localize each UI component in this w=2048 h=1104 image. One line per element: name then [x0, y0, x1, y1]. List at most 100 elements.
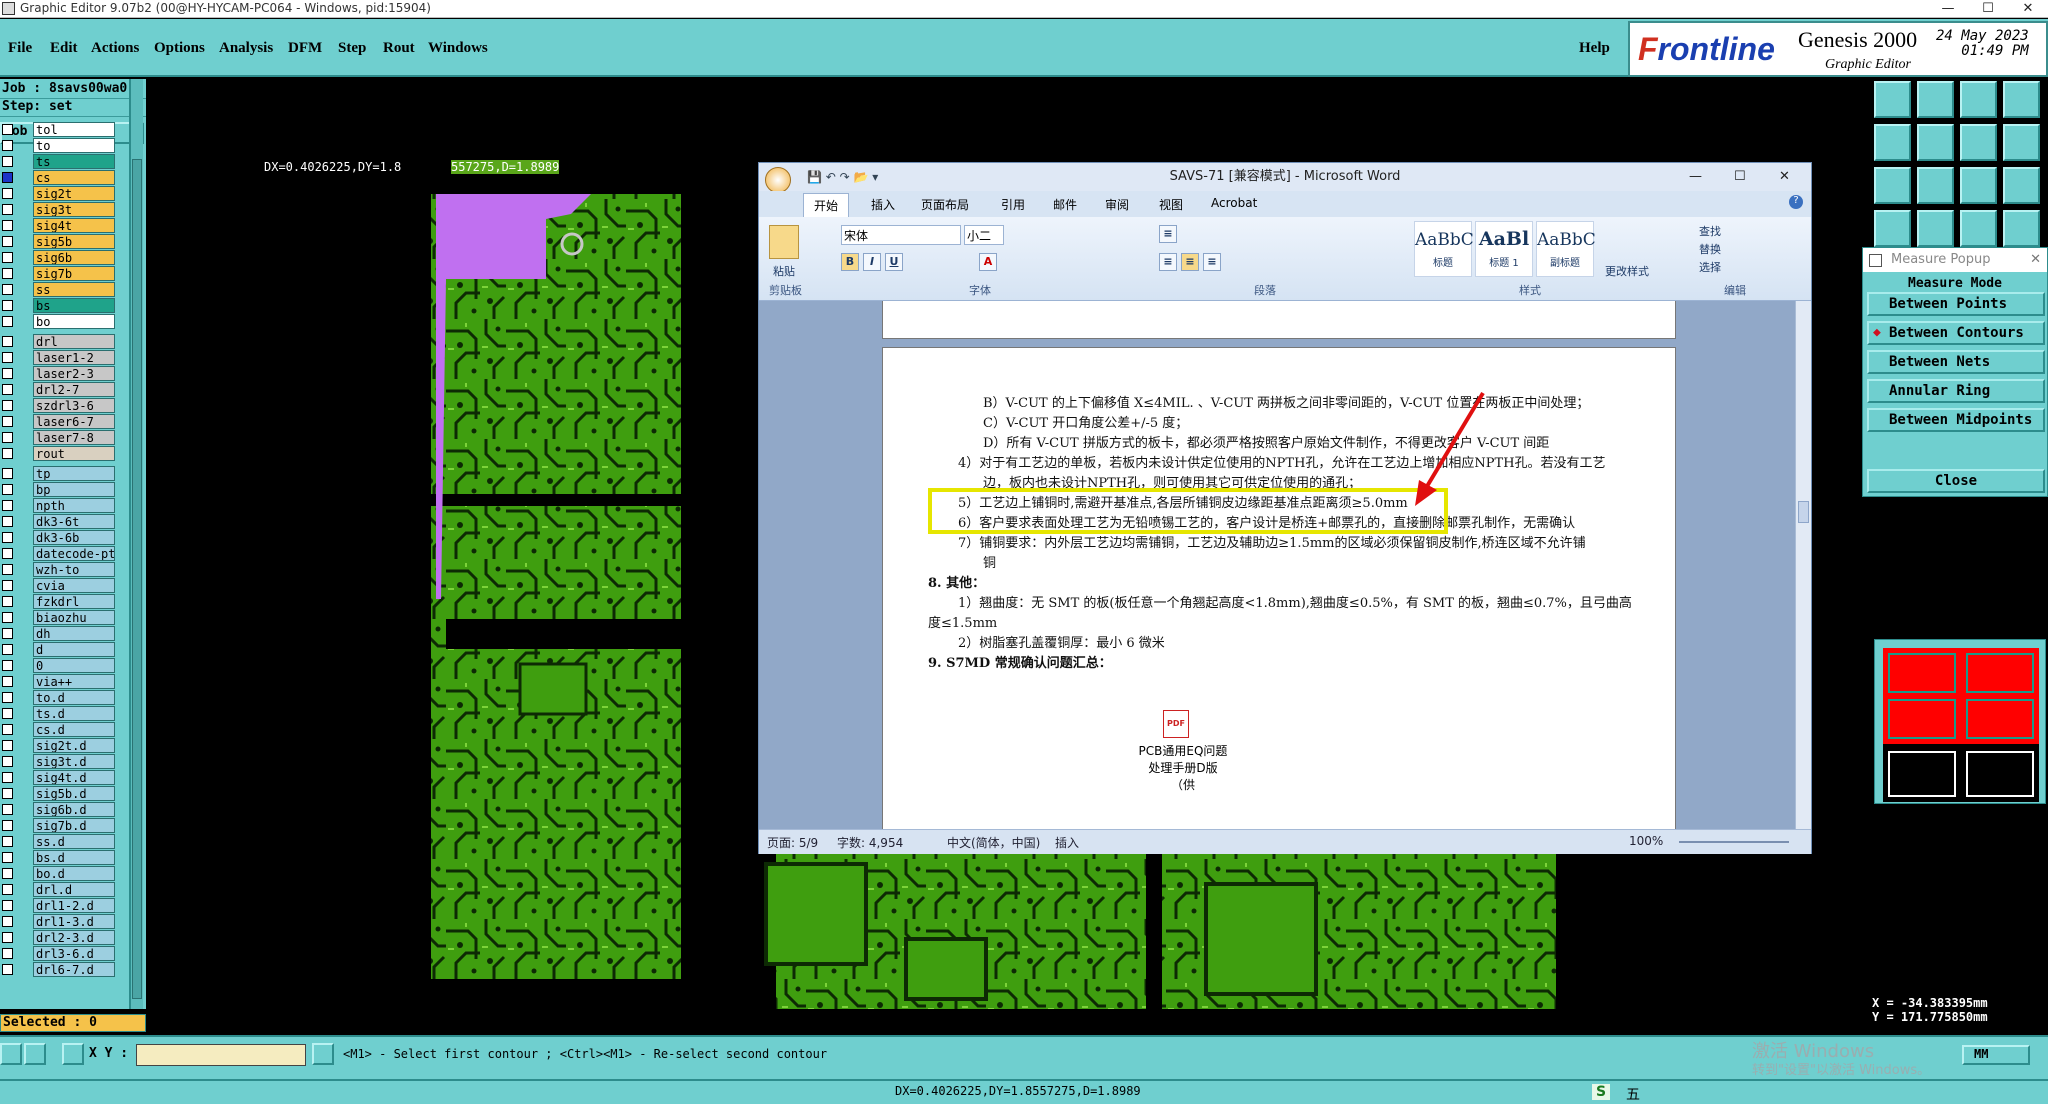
italic-icon[interactable]: I: [863, 253, 881, 271]
layer-checkbox[interactable]: [2, 516, 13, 527]
find-button[interactable]: 查找: [1699, 223, 1721, 239]
layer-row[interactable]: d: [0, 642, 118, 657]
layer-name[interactable]: drl2-7: [33, 382, 115, 397]
status-language[interactable]: 中文(简体，中国): [947, 834, 1040, 851]
layer-row[interactable]: sig6b.d: [0, 802, 118, 817]
underline-icon[interactable]: U: [885, 253, 903, 271]
ime-mode[interactable]: 五: [1626, 1084, 1640, 1104]
layer-row[interactable]: bo.d: [0, 866, 118, 881]
font-name-field[interactable]: [841, 225, 961, 245]
status-words[interactable]: 字数: 4,954: [837, 834, 903, 851]
layer-name[interactable]: sig4t: [33, 218, 115, 233]
layer-row[interactable]: sig3t: [0, 202, 118, 217]
between-midpoints-button[interactable]: Between Midpoints: [1867, 408, 2045, 432]
layer-checkbox[interactable]: [2, 884, 13, 895]
layer-checkbox[interactable]: [2, 352, 13, 363]
layer-checkbox[interactable]: [2, 124, 13, 135]
layer-name[interactable]: 0: [33, 658, 115, 673]
layer-checkbox[interactable]: [2, 916, 13, 927]
layer-row[interactable]: 0: [0, 658, 118, 673]
menu-file[interactable]: File: [8, 40, 32, 57]
document-area[interactable]: B）V-CUT 的上下偏移值 X≤4MIL. 、V-CUT 两拼板之间非零间距的…: [759, 301, 1795, 829]
layer-checkbox[interactable]: [2, 756, 13, 767]
layer-name[interactable]: via++: [33, 674, 115, 689]
between-contours-button[interactable]: ◆ Between Contours: [1867, 321, 2045, 345]
word-minimize-button[interactable]: —: [1689, 163, 1702, 191]
layer-row[interactable]: ts.d: [0, 706, 118, 721]
layer-row[interactable]: ss: [0, 282, 118, 297]
align-center-icon[interactable]: ≡: [1181, 253, 1199, 271]
font-color-icon[interactable]: A: [979, 253, 997, 271]
layer-checkbox[interactable]: [2, 156, 13, 167]
layer-checkbox[interactable]: [2, 236, 13, 247]
menu-options[interactable]: Options: [154, 40, 205, 57]
layer-name[interactable]: sig7b.d: [33, 818, 115, 833]
tab-home[interactable]: 开始: [803, 193, 850, 217]
layer-checkbox[interactable]: [2, 204, 13, 215]
popup-close-icon[interactable]: ✕: [2030, 248, 2041, 272]
layer-row[interactable]: ss.d: [0, 834, 118, 849]
layer-checkbox[interactable]: [2, 188, 13, 199]
layer-row[interactable]: bp: [0, 482, 118, 497]
reset-icon[interactable]: [2003, 124, 2040, 161]
layer-checkbox[interactable]: [2, 252, 13, 263]
layer-checkbox[interactable]: [2, 532, 13, 543]
attachment-label[interactable]: PCB通用EQ问题 处理手册D版（供: [1138, 742, 1228, 793]
document-page[interactable]: B）V-CUT 的上下偏移值 X≤4MIL. 、V-CUT 两拼板之间非零间距的…: [882, 347, 1676, 829]
layer-row[interactable]: laser7-8: [0, 430, 118, 445]
layer-checkbox[interactable]: [2, 172, 13, 183]
layer-name[interactable]: laser6-7: [33, 414, 115, 429]
layer-checkbox[interactable]: [2, 220, 13, 231]
layer-row[interactable]: cvia: [0, 578, 118, 593]
grid-view-icon[interactable]: [1917, 210, 1954, 247]
layer-checkbox[interactable]: [2, 448, 13, 459]
layer-name[interactable]: tol: [33, 122, 115, 137]
maximize-button[interactable]: ☐: [1968, 0, 2008, 18]
layer-checkbox[interactable]: [2, 580, 13, 591]
menu-edit[interactable]: Edit: [50, 40, 78, 57]
layer-row[interactable]: cs.d: [0, 722, 118, 737]
layer-checkbox[interactable]: [2, 676, 13, 687]
layer-row[interactable]: sig7b: [0, 266, 118, 281]
layer-checkbox[interactable]: [2, 140, 13, 151]
layer-name[interactable]: bp: [33, 482, 115, 497]
office-button[interactable]: [765, 167, 791, 193]
forward-icon[interactable]: [1917, 124, 1954, 161]
layer-row[interactable]: sig6b: [0, 250, 118, 265]
home-icon[interactable]: [1960, 81, 1997, 118]
layer-name[interactable]: sig6b.d: [33, 802, 115, 817]
layer-row[interactable]: szdrl3-6: [0, 398, 118, 413]
layer-checkbox[interactable]: [2, 644, 13, 655]
layer-row[interactable]: wzh-to: [0, 562, 118, 577]
layer-row[interactable]: tol: [0, 122, 118, 137]
layer-name[interactable]: datecode-pt: [33, 546, 115, 561]
layer-checkbox[interactable]: [2, 804, 13, 815]
quick-access-icons[interactable]: 💾 ↶ ↷ 📂 ▾: [807, 163, 878, 191]
layer-checkbox[interactable]: [2, 400, 13, 411]
help-icon[interactable]: ?: [1789, 195, 1803, 209]
layer-row[interactable]: dh: [0, 626, 118, 641]
ime-icon[interactable]: S: [1592, 1084, 1611, 1100]
layer-checkbox[interactable]: [2, 740, 13, 751]
layer-name[interactable]: sig6b: [33, 250, 115, 265]
layer-name[interactable]: drl2-3.d: [33, 930, 115, 945]
layer-row[interactable]: drl: [0, 334, 118, 349]
layer-row[interactable]: sig4t: [0, 218, 118, 233]
layer-name[interactable]: drl1-2.d: [33, 898, 115, 913]
layer-name[interactable]: laser1-2: [33, 350, 115, 365]
layer-name[interactable]: d: [33, 642, 115, 657]
layer-checkbox[interactable]: [2, 596, 13, 607]
layer-row[interactable]: bs: [0, 298, 118, 313]
layer-checkbox[interactable]: [2, 612, 13, 623]
layer-name[interactable]: sig4t.d: [33, 770, 115, 785]
overview-map[interactable]: [1874, 639, 2046, 804]
style-subtitle[interactable]: AaBbC 副标题: [1536, 221, 1596, 277]
layer-row[interactable]: to: [0, 138, 118, 153]
layer-row[interactable]: tp: [0, 466, 118, 481]
layer-checkbox[interactable]: [2, 468, 13, 479]
layer-checkbox[interactable]: [2, 660, 13, 671]
layer-row[interactable]: drl1-2.d: [0, 898, 118, 913]
layer-name[interactable]: tp: [33, 466, 115, 481]
layer-row[interactable]: drl3-6.d: [0, 946, 118, 961]
zoom-level[interactable]: 100%: [1629, 834, 1663, 848]
